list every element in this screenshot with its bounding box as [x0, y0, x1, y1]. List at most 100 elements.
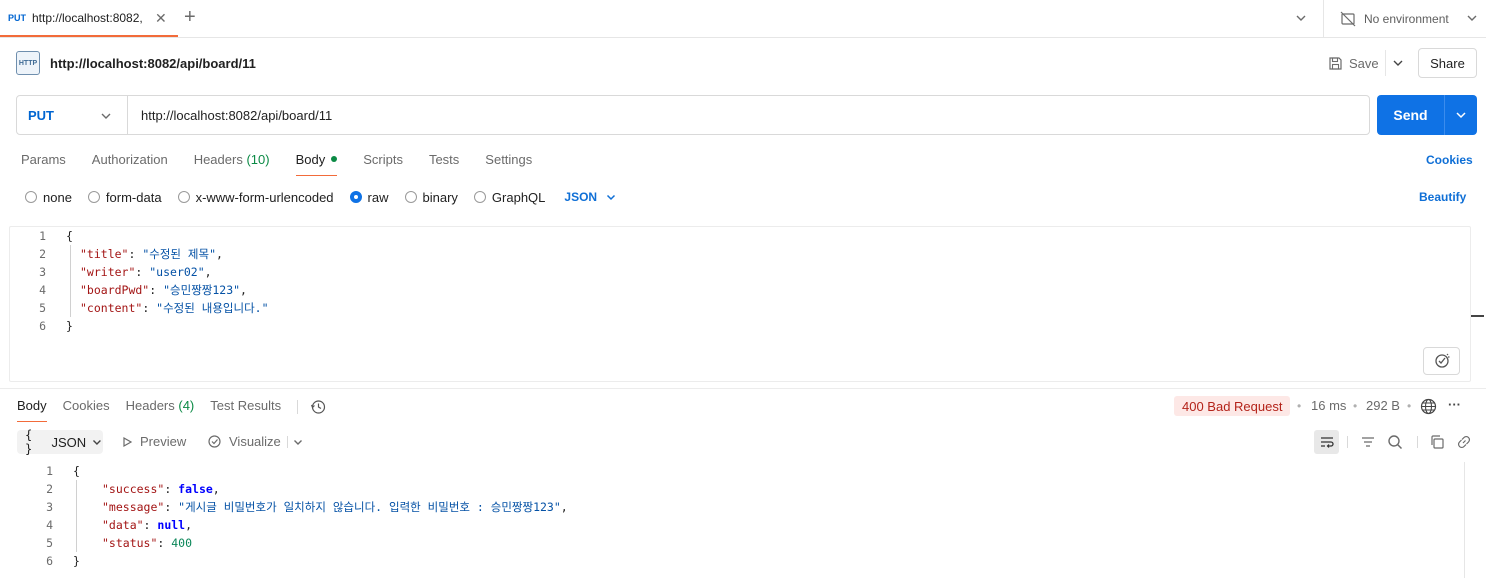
- json-value: null: [157, 518, 186, 532]
- json-value: "승민짱짱123": [163, 283, 241, 297]
- radio-form-data-label: form-data: [105, 189, 162, 205]
- response-tab-test-results[interactable]: Test Results: [210, 398, 281, 422]
- tab-settings[interactable]: Settings: [485, 152, 532, 176]
- save-divider: [1385, 50, 1386, 76]
- send-label: Send: [1393, 107, 1428, 123]
- response-size[interactable]: 292 B: [1366, 398, 1400, 413]
- response-format-select[interactable]: { } JSON: [17, 428, 103, 456]
- cookies-link[interactable]: Cookies: [1426, 153, 1473, 167]
- request-name[interactable]: http://localhost:8082/api/board/11: [50, 56, 256, 71]
- share-button[interactable]: Share: [1418, 48, 1477, 78]
- indent-guide: [76, 480, 77, 552]
- environment-selector[interactable]: No environment: [1323, 0, 1486, 37]
- save-options-chevron-icon[interactable]: [1391, 56, 1405, 70]
- tab-tests-label: Tests: [428, 152, 460, 167]
- tab-body[interactable]: Body: [295, 152, 338, 176]
- request-tabs: Params Authorization Headers (10) Body S…: [21, 152, 558, 176]
- json-key: "message": [102, 500, 165, 514]
- json-line: "status": 400: [102, 536, 193, 550]
- toolbar-divider: [1347, 436, 1348, 448]
- radio-graphql-label: GraphQL: [491, 189, 546, 205]
- raw-format-label: JSON: [564, 190, 598, 204]
- network-globe-icon[interactable]: [1420, 398, 1437, 415]
- response-tab-body-label: Body: [17, 398, 47, 413]
- link-icon[interactable]: [1456, 434, 1472, 450]
- radio-none[interactable]: none: [25, 190, 72, 205]
- json-line: "data": null,: [102, 518, 193, 532]
- response-tab-headers-count: (4): [178, 398, 195, 413]
- json-value: 400: [171, 536, 193, 550]
- response-tab-body[interactable]: Body: [17, 398, 47, 422]
- request-header: HTTP http://localhost:8082/api/board/11: [16, 50, 256, 76]
- tab-tests[interactable]: Tests: [429, 152, 459, 176]
- json-close-brace: }: [66, 319, 73, 333]
- json-line: "success": false,: [102, 482, 220, 496]
- radio-form-data-circle[interactable]: [87, 191, 100, 203]
- response-format-label: JSON: [51, 434, 87, 450]
- line-number: 1: [39, 229, 46, 243]
- tab-list-chevron-icon[interactable]: [1294, 11, 1308, 25]
- request-body-editor[interactable]: 1 2 3 4 5 6 { "title": "수정된 제목", "writer…: [9, 226, 1471, 382]
- response-tab-test-results-label: Test Results: [210, 398, 282, 413]
- beautify-link[interactable]: Beautify: [1419, 190, 1466, 204]
- save-label: Save: [1349, 55, 1379, 71]
- response-body-viewer[interactable]: 1 2 3 4 5 6 { "success": false, "message…: [0, 462, 1464, 578]
- response-time[interactable]: 16 ms: [1311, 398, 1346, 413]
- json-key: "title": [80, 247, 129, 261]
- raw-format-select[interactable]: JSON: [564, 190, 617, 204]
- toolbar-divider: [1417, 436, 1418, 448]
- filter-icon[interactable]: [1360, 434, 1376, 450]
- response-tab-cookies[interactable]: Cookies: [63, 398, 110, 422]
- radio-binary-circle[interactable]: [404, 191, 417, 203]
- wrap-lines-button[interactable]: [1314, 430, 1339, 454]
- meta-separator: •: [1353, 399, 1358, 413]
- radio-form-data[interactable]: form-data: [87, 189, 162, 205]
- send-button[interactable]: Send: [1377, 95, 1477, 135]
- radio-raw-circle[interactable]: [349, 191, 362, 203]
- json-key: "data": [102, 518, 144, 532]
- history-icon[interactable]: [310, 399, 326, 415]
- radio-graphql-circle[interactable]: [473, 191, 486, 203]
- tab-headers[interactable]: Headers (10): [194, 152, 270, 176]
- search-icon[interactable]: [1387, 434, 1403, 450]
- json-key: "writer": [80, 265, 136, 279]
- editor-scroll-marker[interactable]: [1471, 315, 1484, 317]
- line-number: 6: [46, 554, 53, 568]
- radio-none-circle[interactable]: [25, 191, 37, 203]
- close-tab-icon[interactable]: ✕: [155, 10, 167, 27]
- radio-raw[interactable]: raw: [349, 190, 389, 205]
- tab-scripts[interactable]: Scripts: [363, 152, 403, 176]
- json-close-brace: }: [73, 554, 80, 568]
- tab-params[interactable]: Params: [21, 152, 66, 176]
- visualize-icon: [208, 435, 221, 448]
- status-badge[interactable]: 400 Bad Request: [1174, 396, 1291, 416]
- json-value: "user02": [149, 265, 205, 279]
- line-number: 5: [39, 301, 46, 315]
- radio-urlencoded[interactable]: x-www-form-urlencoded: [177, 190, 334, 205]
- preview-button[interactable]: Preview: [121, 434, 186, 449]
- method-select[interactable]: PUT: [17, 96, 128, 134]
- ai-assist-icon: [1434, 353, 1449, 368]
- copy-icon[interactable]: [1429, 434, 1445, 450]
- visualize-chevron-icon[interactable]: [292, 436, 304, 448]
- send-options-chevron-icon[interactable]: [1445, 108, 1477, 122]
- json-open-brace: {: [66, 229, 73, 243]
- line-number: 1: [46, 464, 53, 478]
- ai-assist-button[interactable]: [1423, 347, 1460, 375]
- visualize-button[interactable]: Visualize: [207, 434, 281, 449]
- radio-graphql[interactable]: GraphQL: [473, 189, 546, 205]
- radio-binary[interactable]: binary: [404, 190, 458, 205]
- tab-authorization[interactable]: Authorization: [92, 152, 168, 176]
- response-tab-headers[interactable]: Headers (4): [126, 398, 195, 422]
- url-input[interactable]: [128, 107, 1369, 123]
- tab-scripts-label: Scripts: [363, 152, 403, 167]
- more-options-icon[interactable]: ···: [1448, 397, 1461, 412]
- url-bar: PUT: [16, 95, 1370, 135]
- radio-urlencoded-circle[interactable]: [177, 191, 190, 203]
- response-scrollbar-track[interactable]: [1464, 462, 1465, 578]
- save-button[interactable]: Save: [1328, 50, 1379, 76]
- request-tab[interactable]: PUT http://localhost:8082, ✕: [0, 0, 178, 37]
- line-number: 4: [46, 518, 53, 532]
- meta-separator: •: [1297, 399, 1302, 413]
- new-tab-icon[interactable]: +: [184, 6, 196, 29]
